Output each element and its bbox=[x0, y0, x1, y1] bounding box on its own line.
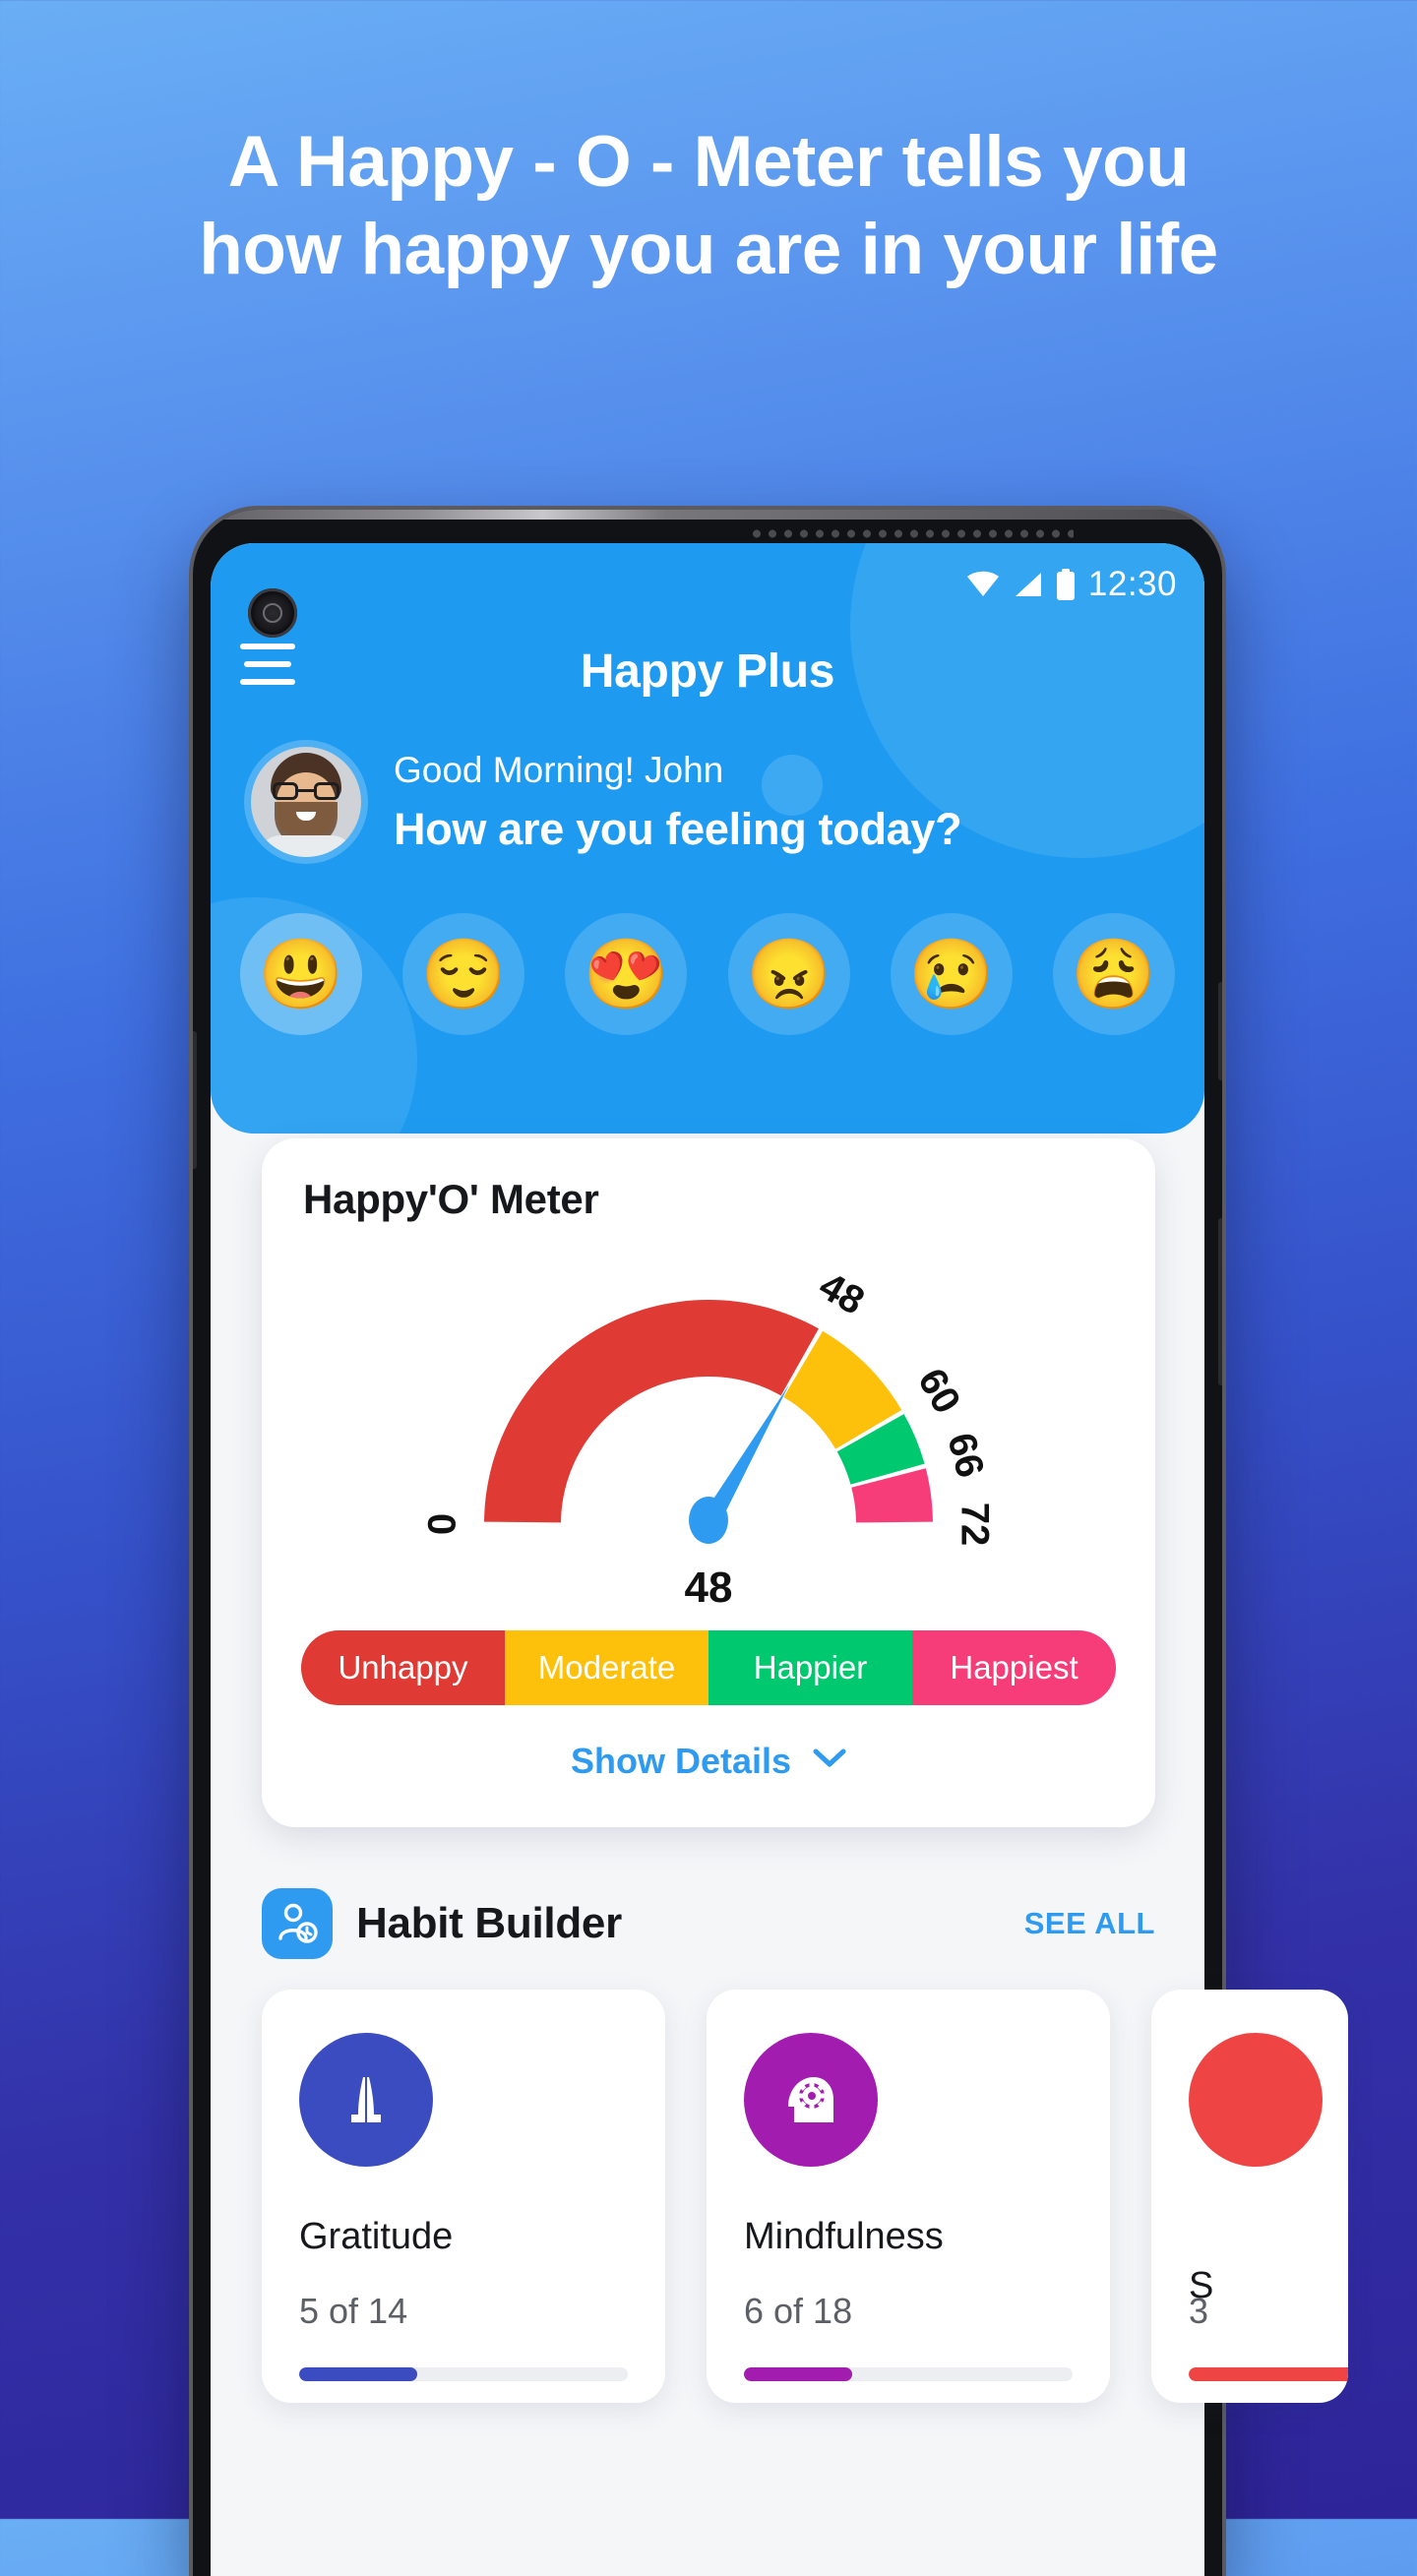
partial-icon bbox=[1189, 2033, 1323, 2167]
habit-card-count: 6 of 18 bbox=[744, 2291, 853, 2331]
legend-label-happier: Happier bbox=[753, 1649, 868, 1686]
app-bar: Happy Plus bbox=[211, 624, 1204, 718]
status-bar: 12:30 bbox=[211, 557, 1204, 612]
app-title: Happy Plus bbox=[580, 644, 835, 698]
habit-card-partial[interactable]: S 3 bbox=[1151, 1990, 1348, 2403]
hamburger-menu-icon[interactable] bbox=[240, 644, 295, 685]
legend-item-happiest[interactable]: Happiest bbox=[912, 1630, 1116, 1705]
wifi-icon bbox=[966, 571, 1000, 598]
habit-card-list: Gratitude 5 of 14 Mindfulness 6 of 18 S … bbox=[262, 1990, 1348, 2403]
mood-option-crying-face[interactable]: 😢 bbox=[890, 913, 1013, 1035]
greeting-block: Good Morning! John How are you feeling t… bbox=[211, 740, 1204, 864]
habit-card-mindfulness[interactable]: Mindfulness 6 of 18 bbox=[707, 1990, 1110, 2403]
phone-volume-button[interactable] bbox=[1218, 1218, 1222, 1385]
gauge-svg: 0 48 60 66 72 bbox=[421, 1264, 997, 1547]
person-clock-icon bbox=[262, 1888, 333, 1959]
phone-top-edge bbox=[193, 510, 1222, 520]
promo-headline-line-1: A Happy - O - Meter tells you bbox=[227, 122, 1190, 202]
meter-card-title: Happy'O' Meter bbox=[303, 1176, 599, 1222]
heart-eyes-face-icon: 😍 bbox=[583, 936, 669, 1012]
legend-item-happier[interactable]: Happier bbox=[708, 1630, 912, 1705]
habit-card-progress-bar bbox=[1189, 2367, 1348, 2381]
gauge-chart: 0 48 60 66 72 bbox=[262, 1229, 1155, 1564]
signal-icon bbox=[1012, 571, 1043, 598]
head-gear-icon bbox=[744, 2033, 878, 2167]
habit-card-progress-bar bbox=[299, 2367, 628, 2381]
relieved-face-icon: 😌 bbox=[420, 936, 507, 1012]
mood-option-grinning-face[interactable]: 😃 bbox=[240, 913, 362, 1035]
habit-card-progress-bar bbox=[744, 2367, 1073, 2381]
angry-face-icon: 😠 bbox=[745, 936, 832, 1012]
gauge-band-unhappy bbox=[484, 1300, 819, 1523]
mood-selector: 😃 😌 😍 😠 😢 😩 bbox=[211, 913, 1204, 1035]
happy-o-meter-card: Happy'O' Meter 0 48 60 66 72 48 Unhappy Mode… bbox=[262, 1138, 1155, 1827]
status-bar-clock: 12:30 bbox=[1087, 565, 1177, 603]
habit-builder-title: Habit Builder bbox=[356, 1899, 622, 1947]
avatar-glasses bbox=[273, 782, 339, 800]
mood-option-heart-eyes-face[interactable]: 😍 bbox=[565, 913, 688, 1035]
legend-label-happiest: Happiest bbox=[950, 1649, 1078, 1686]
battery-icon bbox=[1055, 569, 1077, 600]
habit-card-count: 3 bbox=[1189, 2291, 1209, 2331]
show-details-label: Show Details bbox=[570, 1741, 792, 1781]
legend-label-moderate: Moderate bbox=[537, 1649, 676, 1686]
mood-option-relieved-face[interactable]: 😌 bbox=[402, 913, 525, 1035]
promo-headline: A Happy - O - Meter tells you how happy … bbox=[0, 118, 1417, 293]
legend-label-unhappy: Unhappy bbox=[338, 1649, 468, 1686]
legend-item-moderate[interactable]: Moderate bbox=[505, 1630, 708, 1705]
avatar[interactable] bbox=[251, 747, 361, 857]
habit-card-name: Gratitude bbox=[299, 2216, 454, 2257]
app-header: 12:30 Happy Plus Good Morning! John How … bbox=[211, 543, 1204, 1134]
praying-hands-icon bbox=[299, 2033, 433, 2167]
crying-face-icon: 😢 bbox=[908, 936, 995, 1012]
promo-headline-line-2: how happy you are in your life bbox=[199, 210, 1218, 290]
meter-legend: Unhappy Moderate Happier Happiest bbox=[301, 1630, 1116, 1705]
mood-option-weary-sad-face[interactable]: 😩 bbox=[1052, 913, 1175, 1035]
gauge-tick-label: 0 bbox=[421, 1513, 464, 1535]
see-all-link[interactable]: SEE ALL bbox=[1024, 1906, 1155, 1941]
weary-sad-face-icon: 😩 bbox=[1071, 936, 1157, 1012]
habit-card-name: Mindfulness bbox=[744, 2216, 944, 2257]
phone-power-button[interactable] bbox=[1218, 982, 1222, 1080]
gauge-value-label: 48 bbox=[684, 1564, 733, 1612]
gauge-tick-label: 66 bbox=[939, 1429, 992, 1482]
habit-card-count: 5 of 14 bbox=[299, 2291, 408, 2331]
legend-item-unhappy[interactable]: Unhappy bbox=[301, 1630, 505, 1705]
phone-side-button-left[interactable] bbox=[193, 1031, 197, 1169]
habit-card-gratitude[interactable]: Gratitude 5 of 14 bbox=[262, 1990, 665, 2403]
chevron-down-icon bbox=[813, 1737, 846, 1778]
gauge-tick-label: 72 bbox=[953, 1503, 996, 1547]
show-details-button[interactable]: Show Details bbox=[262, 1741, 1155, 1782]
avatar-ring bbox=[244, 740, 368, 864]
gauge-tick-label: 60 bbox=[909, 1362, 968, 1422]
grinning-face-icon: 😃 bbox=[258, 936, 344, 1012]
phone-speaker-grille bbox=[749, 529, 1074, 538]
mood-option-angry-face[interactable]: 😠 bbox=[727, 913, 850, 1035]
habit-builder-header: Habit Builder SEE ALL bbox=[262, 1884, 1155, 1963]
gauge-needle-hub bbox=[689, 1497, 728, 1544]
greeting-salutation: Good Morning! John bbox=[394, 749, 724, 790]
gauge-tick-label: 48 bbox=[812, 1264, 872, 1323]
greeting-question: How are you feeling today? bbox=[394, 804, 962, 855]
